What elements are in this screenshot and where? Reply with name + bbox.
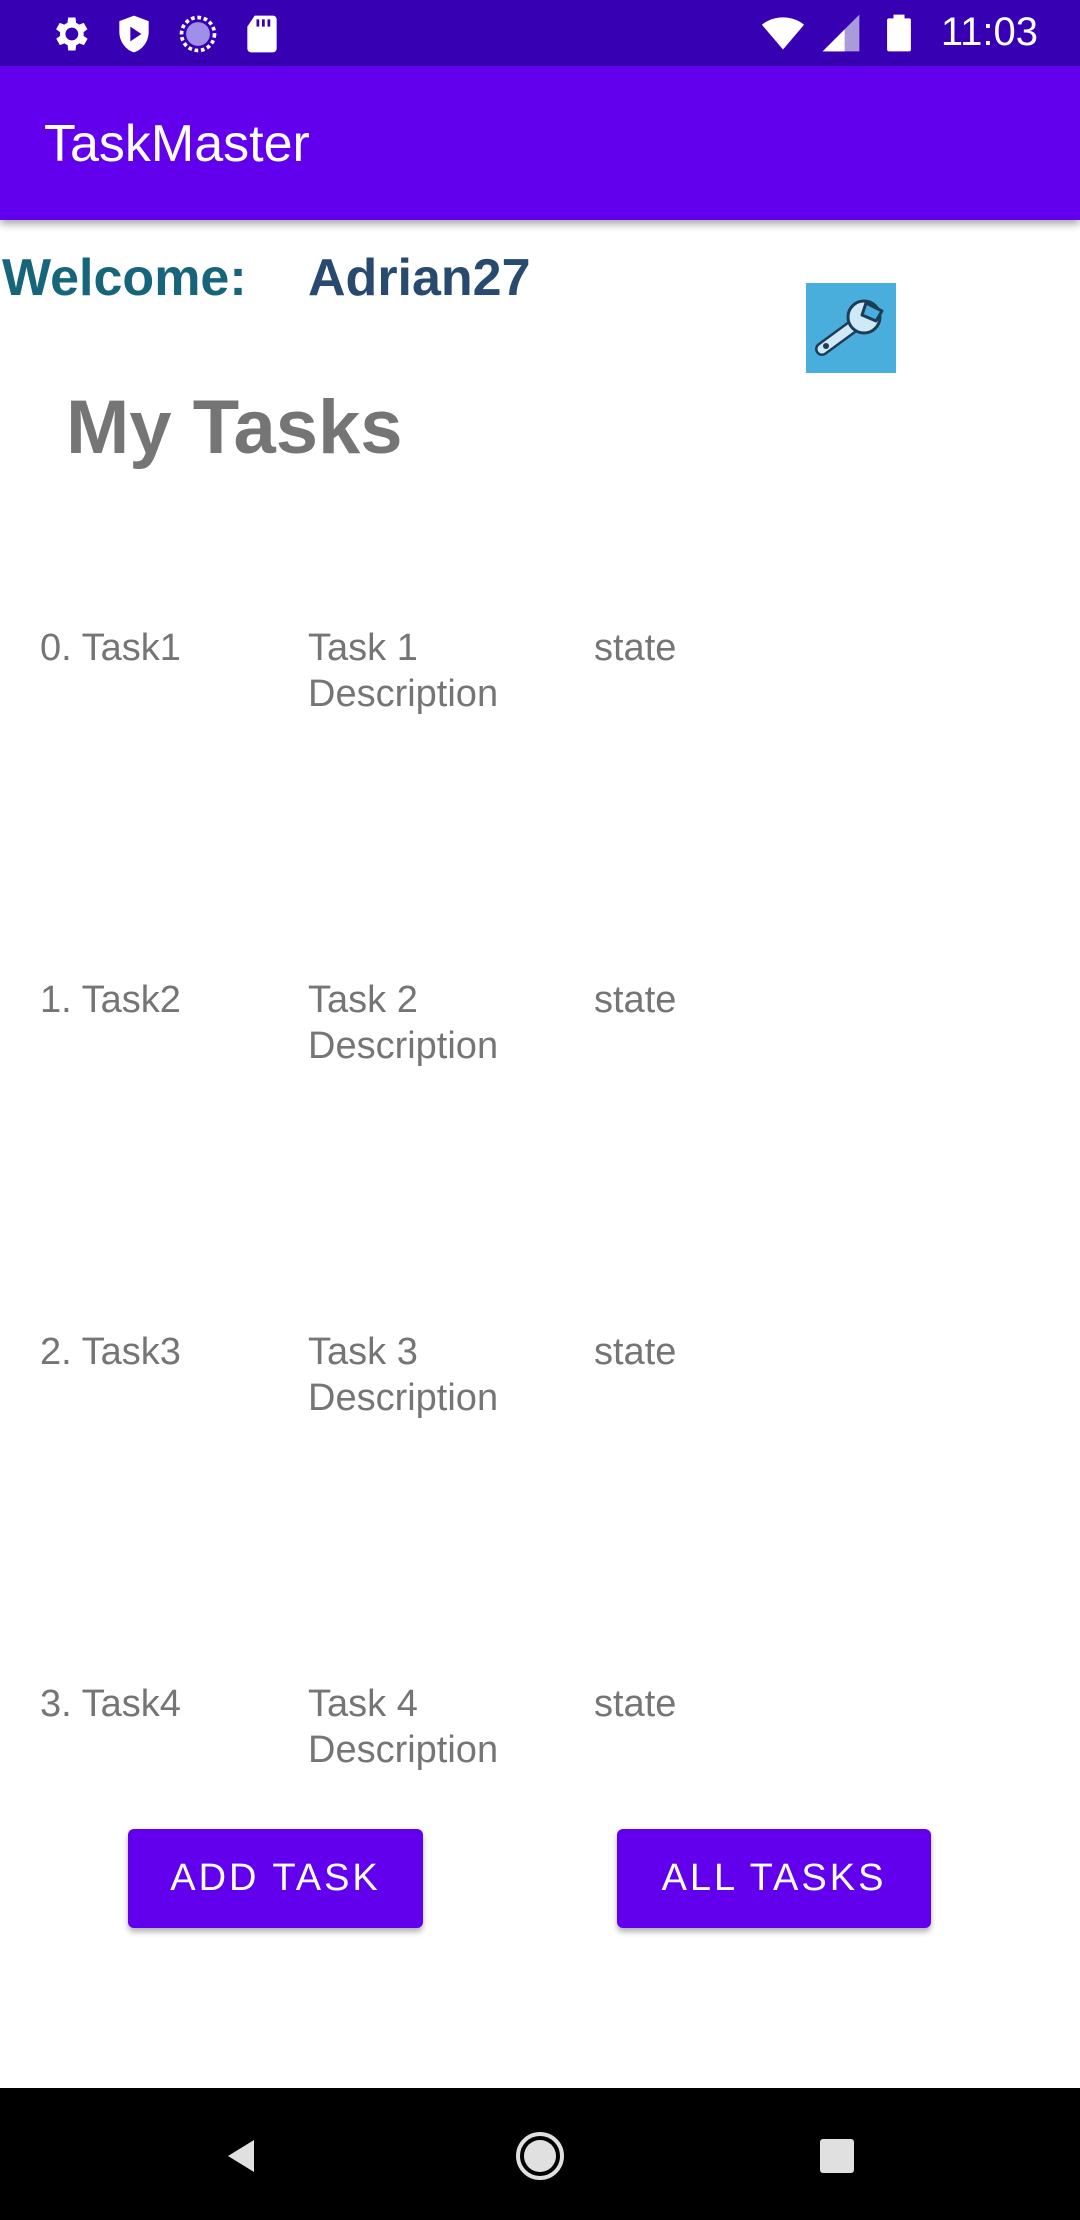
task-row[interactable]: 0. Task1 Task 1 Description state xyxy=(0,625,1080,745)
task-row[interactable]: 1. Task2 Task 2 Description state xyxy=(0,977,1080,1097)
home-button[interactable] xyxy=(508,2124,572,2188)
welcome-label: Welcome: xyxy=(2,249,247,307)
wrench-icon xyxy=(815,299,884,356)
recents-button[interactable] xyxy=(805,2124,869,2188)
status-time: 11:03 xyxy=(940,10,1038,54)
task-row[interactable]: 2. Task3 Task 3 Description state xyxy=(0,1329,1080,1449)
task-name: 1. Task2 xyxy=(40,979,181,1021)
cellular-signal-icon xyxy=(822,14,860,51)
page-title: My Tasks xyxy=(66,385,403,470)
task-description: Task 3 Description xyxy=(308,1331,499,1419)
add-task-button[interactable]: ADD TASK xyxy=(128,1829,423,1928)
status-bar: 11:03 xyxy=(0,0,1080,66)
task-description: Task 1 Description xyxy=(308,627,499,715)
task-state: state xyxy=(594,627,677,669)
all-tasks-button[interactable]: ALL TASKS xyxy=(617,1829,931,1928)
sd-card-icon xyxy=(247,15,277,53)
wifi-icon xyxy=(761,16,804,50)
recents-icon xyxy=(820,2139,854,2173)
screen: 11:03 TaskMaster Welcome: Adrian27 My Ta… xyxy=(0,0,1080,2220)
sync-icon xyxy=(179,15,217,53)
task-name: 3. Task4 xyxy=(40,1683,181,1725)
app-title: TaskMaster xyxy=(44,115,310,173)
settings-icon xyxy=(56,17,88,51)
welcome-username: Adrian27 xyxy=(308,249,531,307)
play-protect-icon xyxy=(119,15,149,53)
back-icon xyxy=(228,2140,254,2172)
task-row[interactable]: 3. Task4 Task 4 Description state xyxy=(0,1681,1080,1801)
task-state: state xyxy=(594,1683,677,1725)
home-icon xyxy=(516,2132,564,2180)
app-bar: TaskMaster xyxy=(0,66,1080,220)
status-right-icons: 11:03 xyxy=(761,10,1038,55)
task-state: state xyxy=(594,1331,677,1373)
back-button[interactable] xyxy=(210,2124,274,2188)
navigation-bar xyxy=(0,2088,1080,2220)
task-name: 2. Task3 xyxy=(40,1331,181,1373)
task-name: 0. Task1 xyxy=(40,627,181,669)
task-state: state xyxy=(594,979,677,1021)
status-left-icons xyxy=(48,12,284,56)
settings-button[interactable] xyxy=(806,283,896,373)
battery-icon xyxy=(886,14,911,51)
task-description: Task 4 Description xyxy=(308,1683,499,1771)
task-description: Task 2 Description xyxy=(308,979,499,1067)
